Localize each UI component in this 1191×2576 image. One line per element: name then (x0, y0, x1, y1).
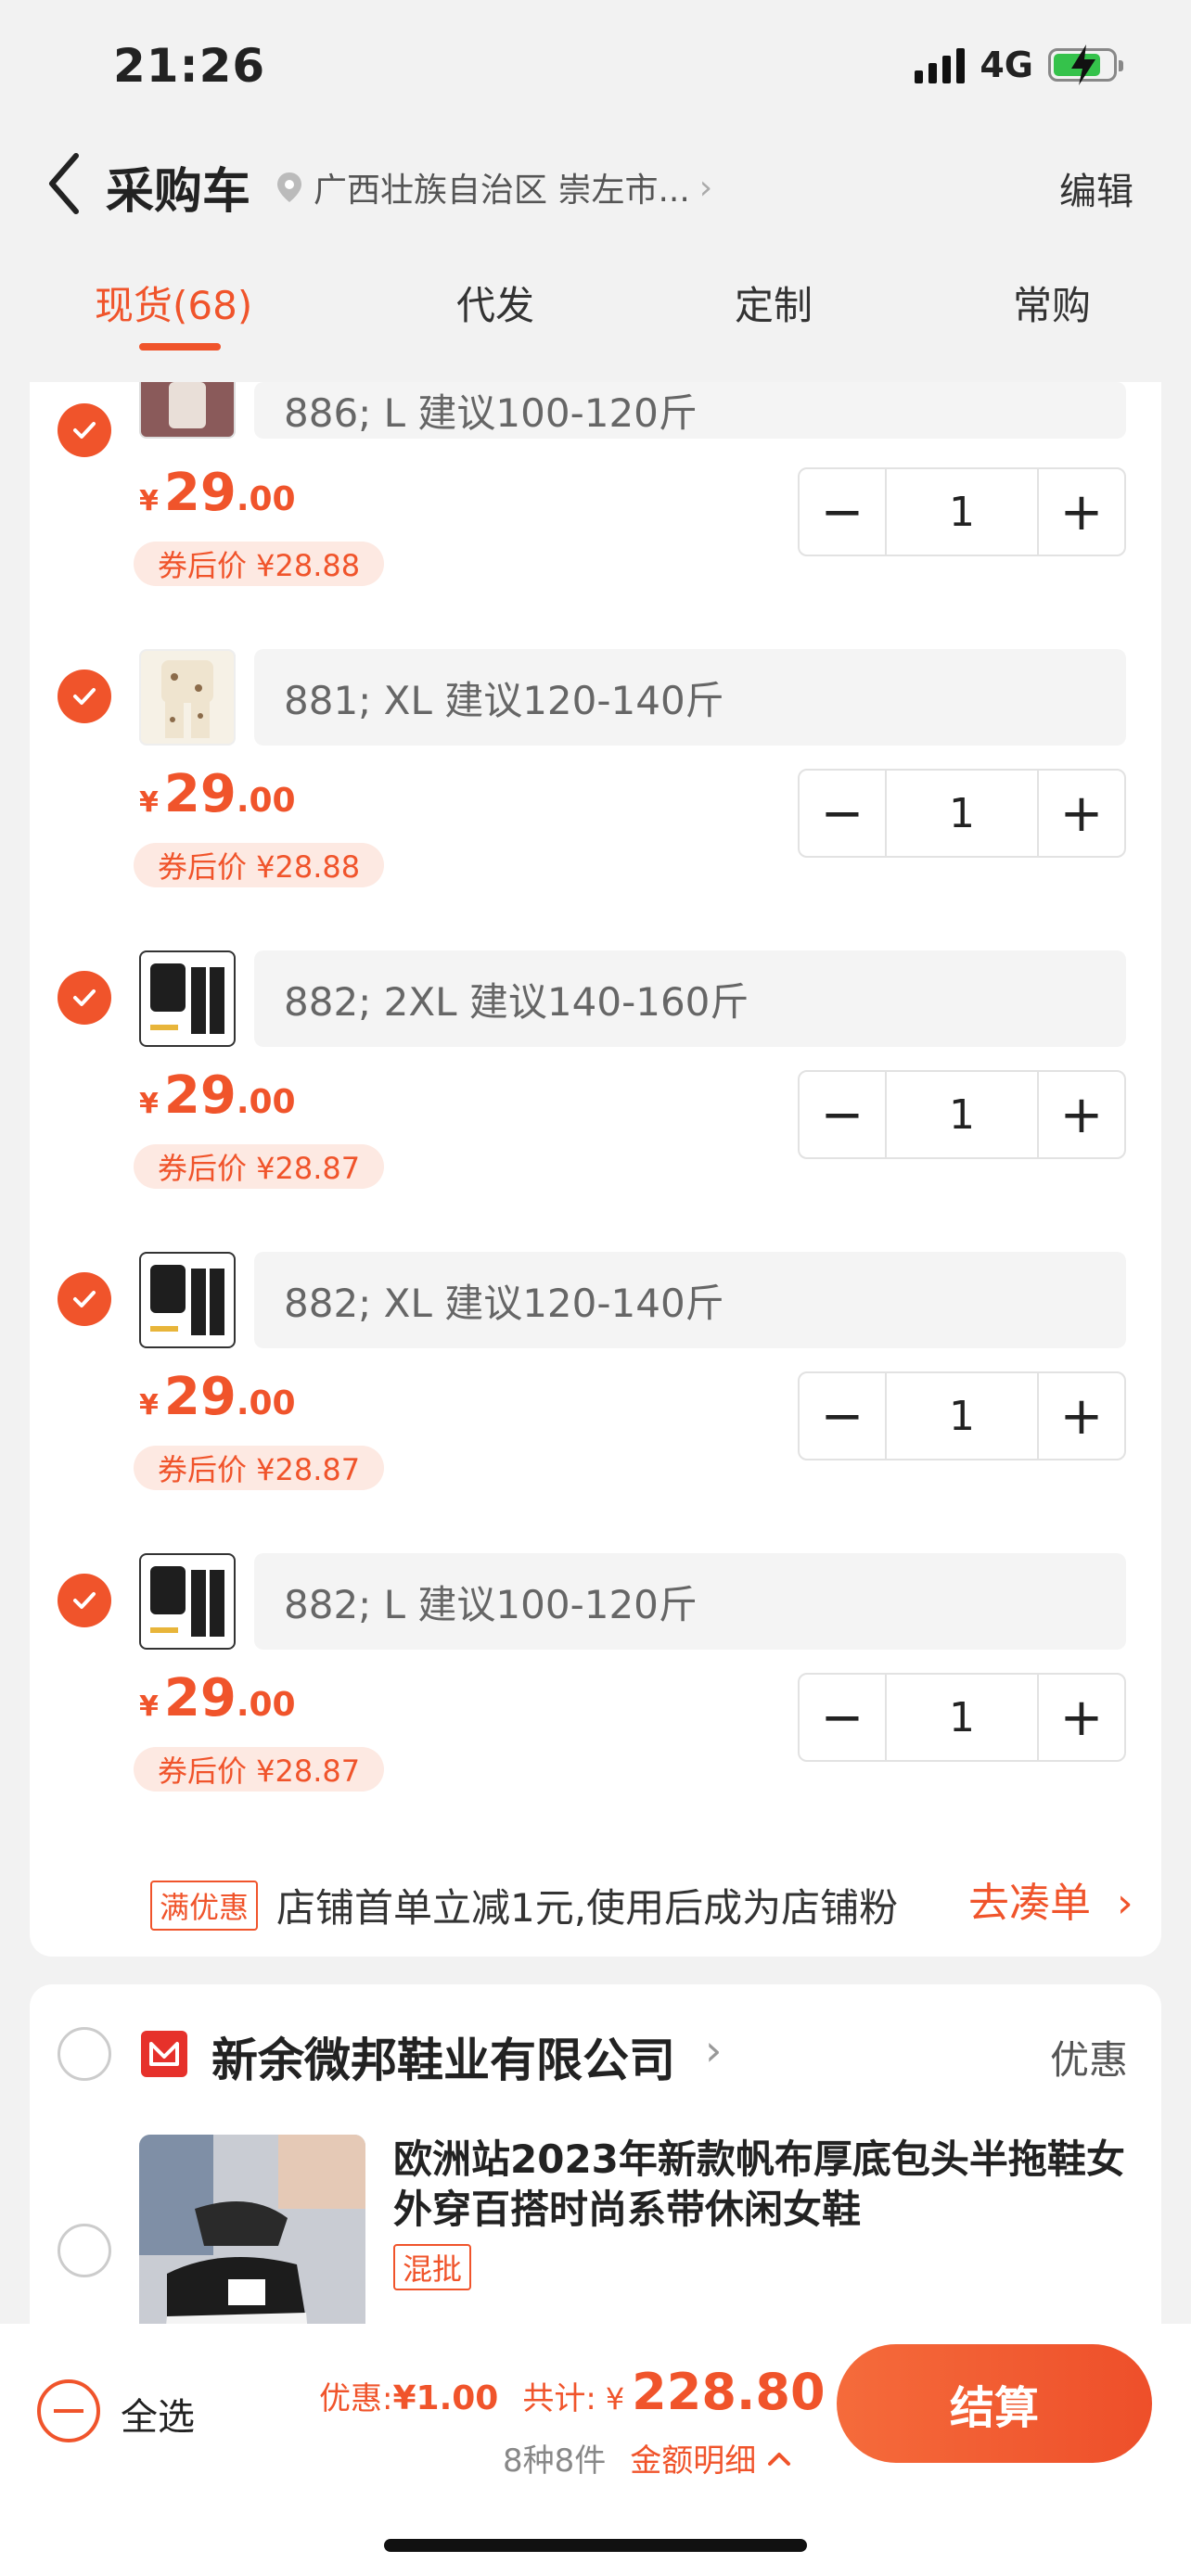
cart-item: 886; L 建议100-120斤 ¥29.00 券后价 ¥28.88 − 1 … (30, 342, 1161, 644)
product-tag: 混批 (393, 2244, 472, 2290)
product-title[interactable]: 欧洲站2023年新款帆布厚底包头半拖鞋女外穿百搭时尚系带休闲女鞋 (393, 2135, 1135, 2235)
increase-button[interactable]: + (1039, 1675, 1124, 1760)
cart-item: 881; XL 建议120-140斤 ¥29.00 券后价 ¥28.88 − 1… (30, 644, 1161, 945)
chevron-right-icon: › (698, 168, 713, 207)
item-spec[interactable]: 881; XL 建议120-140斤 (254, 649, 1126, 746)
coupon-price: 券后价 ¥28.87 (134, 1446, 385, 1490)
coupon-price: 券后价 ¥28.87 (134, 1144, 385, 1189)
quantity-value[interactable]: 1 (885, 771, 1039, 856)
location-text: 广西壮族自治区 崇左市... (314, 172, 690, 210)
promo-tag: 满优惠 (150, 1880, 259, 1931)
item-price: ¥29.00 (139, 1668, 296, 1728)
total-value: 228.80 (632, 2363, 826, 2421)
decrease-button[interactable]: − (800, 1373, 885, 1459)
location-pin-icon (277, 172, 301, 202)
decrease-button[interactable]: − (800, 1072, 885, 1157)
item-price: ¥29.00 (139, 1065, 296, 1126)
item-price: ¥29.00 (139, 1367, 296, 1427)
promo-text: 店铺首单立减1元,使用后成为店铺粉 (276, 1885, 899, 1931)
item-thumbnail[interactable] (139, 1252, 236, 1348)
summary-details: 8种8件 金额明细 (503, 2435, 791, 2480)
item-thumbnail[interactable] (139, 950, 236, 1047)
quantity-stepper: − 1 + (798, 1070, 1126, 1159)
increase-button[interactable]: + (1039, 1072, 1124, 1157)
increase-button[interactable]: + (1039, 771, 1124, 856)
tab-in-stock[interactable]: 现货(68) (95, 274, 252, 331)
location-selector[interactable]: 广西壮族自治区 崇左市... › (275, 163, 712, 211)
quantity-value[interactable]: 1 (885, 1373, 1039, 1459)
quantity-stepper: − 1 + (798, 769, 1126, 858)
minus-icon (54, 2409, 83, 2413)
network-type: 4G (980, 45, 1033, 85)
status-indicators: 4G (915, 45, 1123, 85)
item-checkbox[interactable] (58, 670, 111, 723)
check-icon (73, 1592, 96, 1609)
shop-offer-button[interactable]: 优惠 (1050, 2029, 1128, 2085)
item-checkbox[interactable] (58, 403, 111, 457)
coupon-price: 券后价 ¥28.87 (134, 1747, 385, 1792)
select-all-checkbox[interactable] (37, 2379, 100, 2442)
cart-item: 882; L 建议100-120斤 ¥29.00 券后价 ¥28.87 − 1 … (30, 1548, 1161, 1849)
chevron-right-icon: › (1117, 1880, 1133, 1927)
increase-button[interactable]: + (1039, 469, 1124, 555)
price-detail-link[interactable]: 金额明细 (630, 2435, 791, 2480)
check-icon (73, 688, 96, 705)
item-checkbox[interactable] (58, 1272, 111, 1326)
coupon-price: 券后价 ¥28.88 (134, 542, 385, 586)
cart-item: 882; XL 建议120-140斤 ¥29.00 券后价 ¥28.87 − 1… (30, 1246, 1161, 1548)
item-spec[interactable]: 886; L 建议100-120斤 (254, 382, 1126, 439)
tab-dropship[interactable]: 代发 (456, 274, 534, 331)
item-checkbox[interactable] (58, 2224, 111, 2277)
item-price: ¥29.00 (139, 463, 296, 523)
checkout-bar: 全选 优惠: ¥1.00 共计: ¥ 228.80 8种8件 金额明细 结算 (0, 2324, 1191, 2576)
quantity-value[interactable]: 1 (885, 469, 1039, 555)
price-summary: 优惠: ¥1.00 共计: ¥ 228.80 (319, 2363, 826, 2421)
item-price: ¥29.00 (139, 764, 296, 824)
item-spec[interactable]: 882; 2XL 建议140-160斤 (254, 950, 1126, 1047)
back-icon[interactable] (41, 148, 96, 219)
tab-frequent[interactable]: 常购 (1013, 274, 1091, 331)
decrease-button[interactable]: − (800, 469, 885, 555)
coupon-price: 券后价 ¥28.88 (134, 843, 385, 887)
signal-icon (915, 46, 966, 83)
item-thumbnail[interactable] (139, 1553, 236, 1650)
item-checkbox[interactable] (58, 971, 111, 1025)
page-title: 采购车 (106, 164, 251, 220)
battery-icon (1048, 45, 1123, 85)
shop-card: 886; L 建议100-120斤 ¥29.00 券后价 ¥28.88 − 1 … (30, 382, 1161, 1957)
status-time: 21:26 (113, 39, 266, 93)
tab-custom[interactable]: 定制 (735, 274, 813, 331)
quantity-value[interactable]: 1 (885, 1072, 1039, 1157)
cart-item: 882; 2XL 建议140-160斤 ¥29.00 券后价 ¥28.87 − … (30, 945, 1161, 1246)
quantity-stepper: − 1 + (798, 1371, 1126, 1460)
home-indicator (384, 2539, 807, 2552)
shop-logo-icon (141, 2031, 187, 2077)
chevron-up-icon (768, 2452, 791, 2466)
shop-checkbox[interactable] (58, 2027, 111, 2081)
item-thumbnail[interactable] (139, 649, 236, 746)
chevron-right-icon[interactable]: › (705, 2025, 722, 2075)
quantity-stepper: − 1 + (798, 467, 1126, 556)
shop-promo: 满优惠 店铺首单立减1元,使用后成为店铺粉 (150, 1877, 898, 1933)
discount-value: ¥1.00 (392, 2379, 499, 2417)
check-icon (73, 422, 96, 439)
decrease-button[interactable]: − (800, 771, 885, 856)
edit-button[interactable]: 编辑 (1059, 161, 1133, 215)
increase-button[interactable]: + (1039, 1373, 1124, 1459)
shop-name[interactable]: 新余微邦鞋业有限公司 (211, 2023, 675, 2090)
select-all-label[interactable]: 全选 (121, 2387, 195, 2441)
item-count: 8种8件 (503, 2442, 607, 2480)
quantity-value[interactable]: 1 (885, 1675, 1039, 1760)
quantity-stepper: − 1 + (798, 1673, 1126, 1762)
item-thumbnail[interactable] (139, 382, 236, 439)
checkout-button[interactable]: 结算 (837, 2344, 1152, 2463)
item-spec[interactable]: 882; XL 建议120-140斤 (254, 1252, 1126, 1348)
item-checkbox[interactable] (58, 1574, 111, 1627)
check-icon (73, 989, 96, 1006)
check-icon (73, 1291, 96, 1307)
item-spec[interactable]: 882; L 建议100-120斤 (254, 1553, 1126, 1650)
add-more-link[interactable]: 去凑单 › (968, 1869, 1133, 1929)
decrease-button[interactable]: − (800, 1675, 885, 1760)
